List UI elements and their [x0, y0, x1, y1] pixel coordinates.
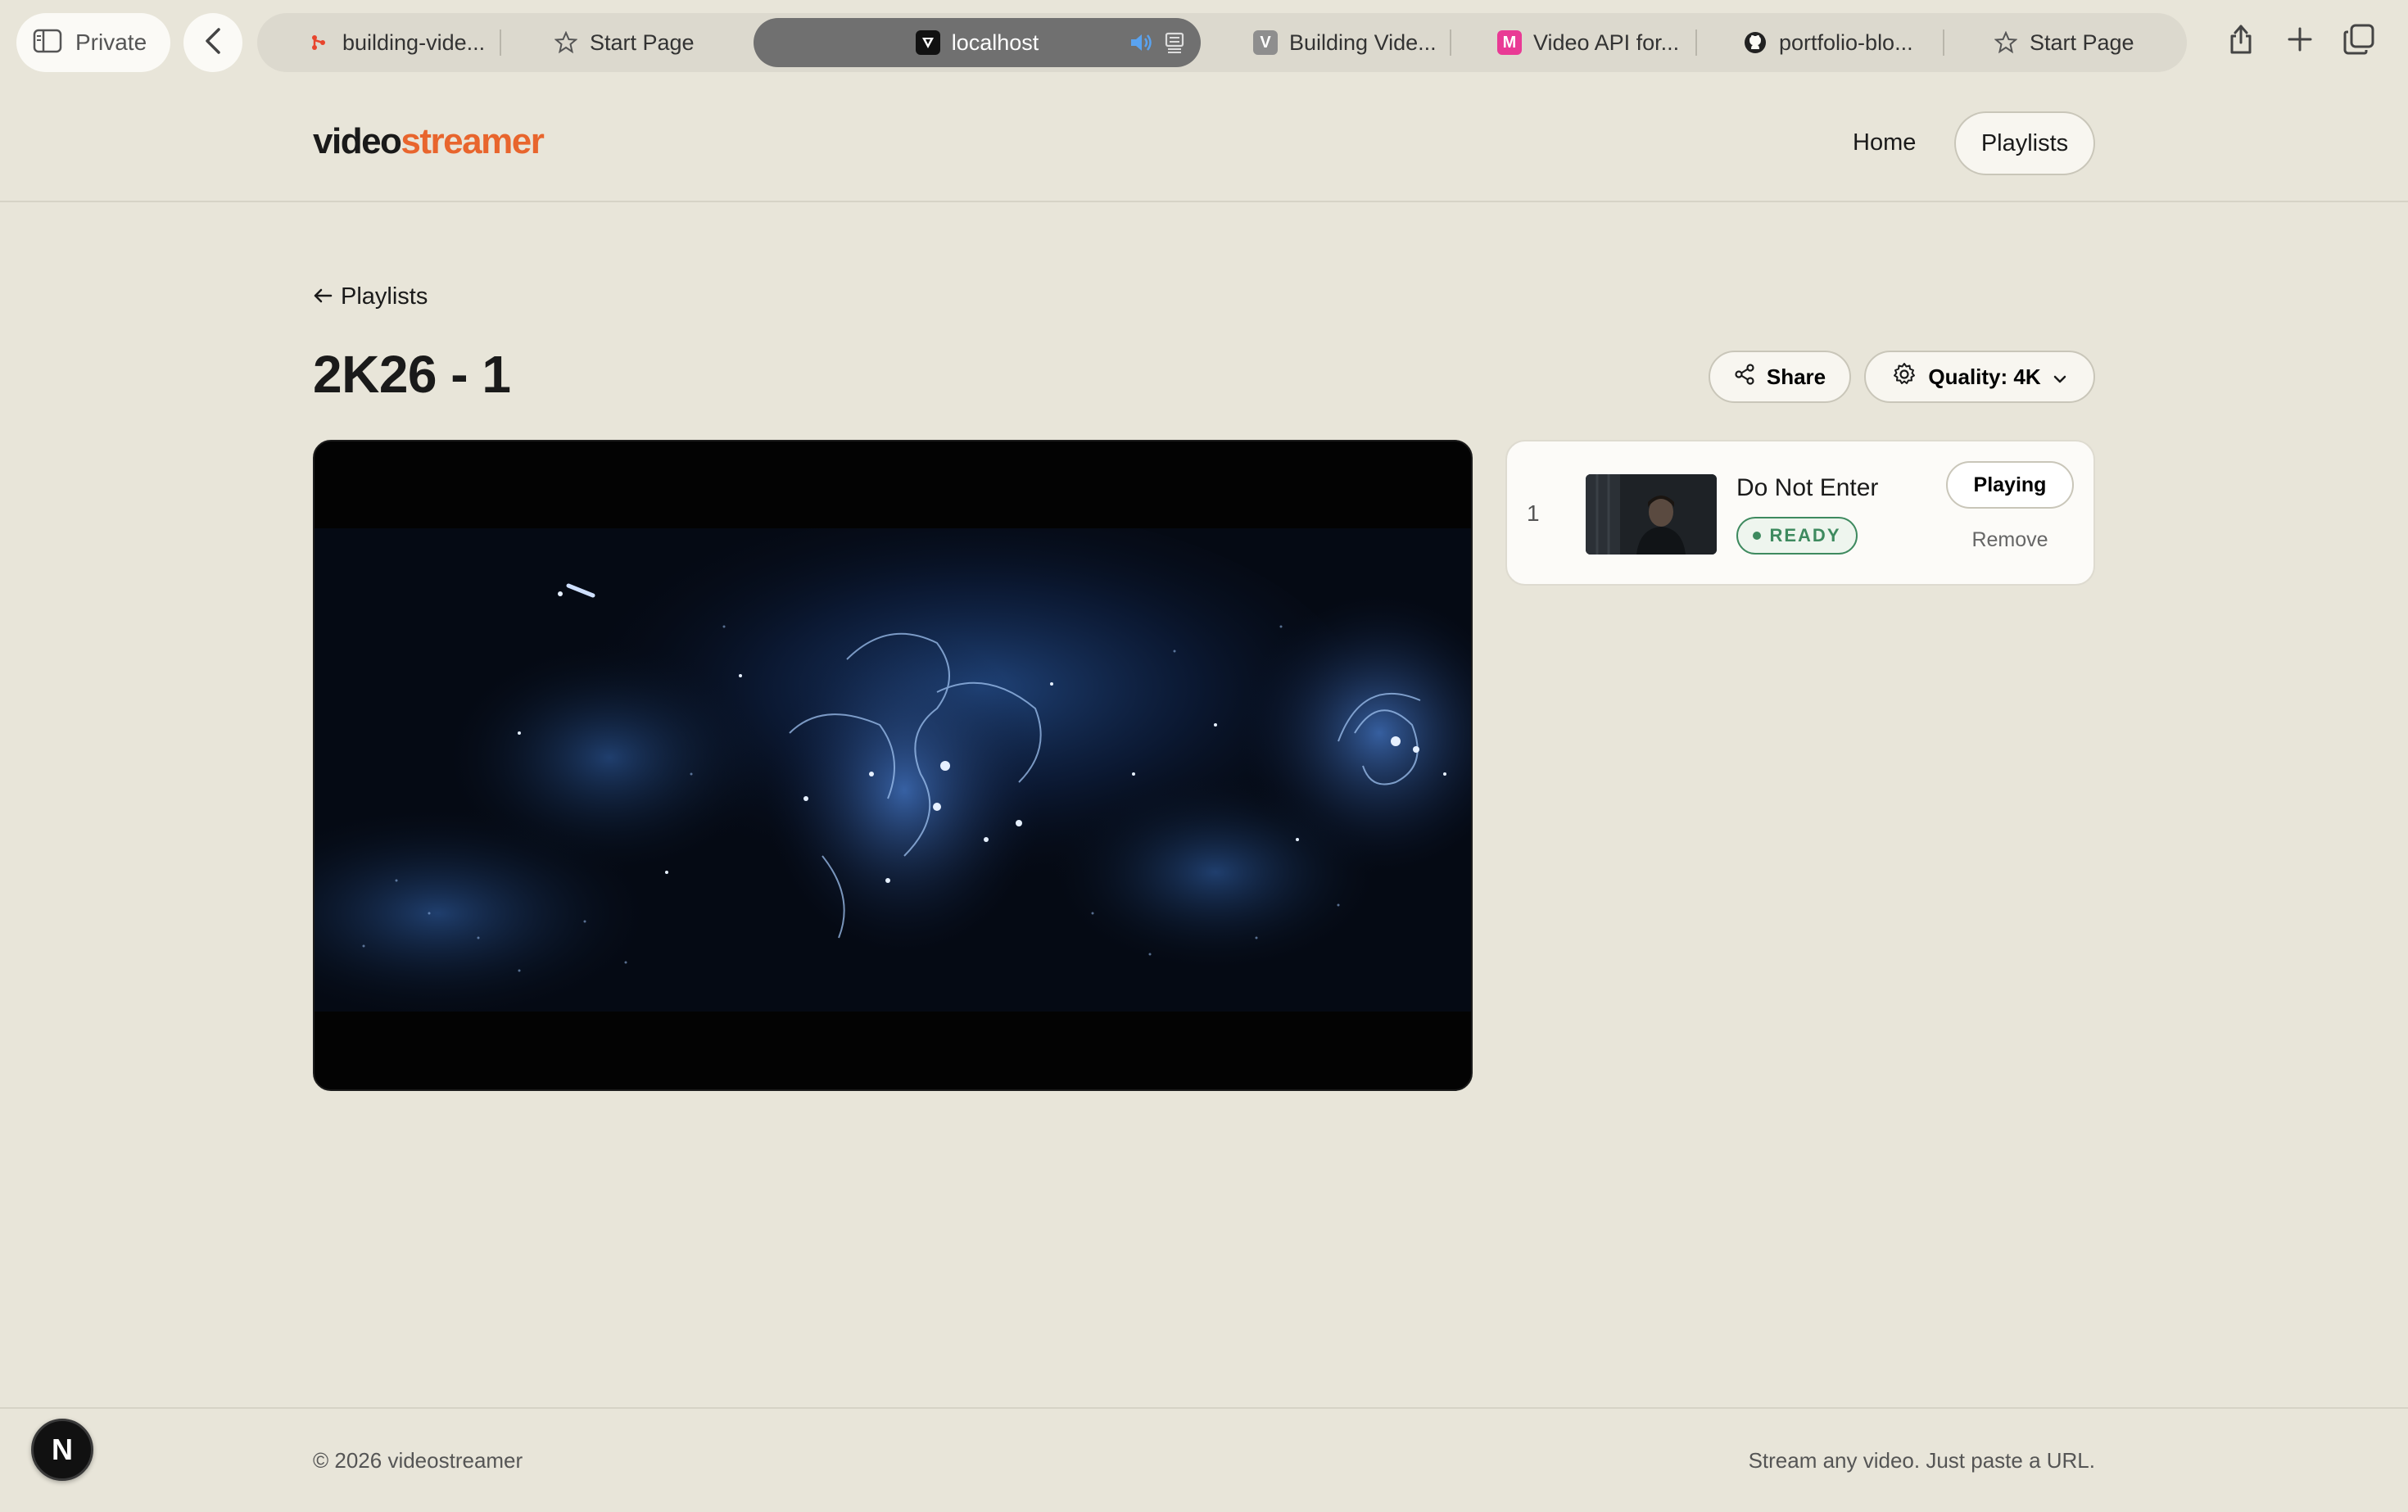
tab-label: Start Page [2030, 29, 2134, 55]
share-label: Share [1766, 364, 1826, 389]
share-button[interactable]: Share [1709, 351, 1851, 403]
page-title: 2K26 - 1 [313, 345, 511, 404]
github-icon [1743, 30, 1768, 55]
git-icon [306, 30, 331, 55]
tab-label: portfolio-blo... [1779, 29, 1913, 55]
arrow-left-icon [313, 283, 333, 310]
v-icon: V [1253, 30, 1278, 55]
private-label: Private [75, 29, 147, 55]
quality-select[interactable]: Quality: 4K [1864, 351, 2095, 403]
dev-tools-badge[interactable]: N [31, 1419, 93, 1481]
sidebar-toggle-button[interactable]: Private [16, 13, 170, 72]
back-to-playlists-link[interactable]: Playlists [313, 283, 428, 310]
tab-label: Building Vide... [1289, 29, 1437, 55]
video-thumbnail[interactable] [1586, 474, 1717, 555]
site-logo[interactable]: videostreamer [313, 121, 545, 162]
tab-label: Start Page [590, 29, 695, 55]
share-browser-button[interactable] [2225, 25, 2257, 57]
chevron-down-icon [2053, 364, 2067, 390]
share-nodes-icon [1734, 363, 1755, 391]
site-footer: © 2026 videostreamer Stream any video. J… [0, 1407, 2408, 1512]
video-frame [315, 528, 1471, 1012]
tabs-overview-icon [2343, 24, 2374, 59]
back-button[interactable] [183, 13, 242, 72]
playlist-item-title: Do Not Enter [1736, 474, 1879, 501]
status-badge-label: READY [1769, 525, 1841, 545]
video-player[interactable] [313, 440, 1473, 1091]
speaker-icon[interactable] [1129, 31, 1153, 60]
status-badge: READY [1736, 517, 1858, 555]
star-icon [554, 30, 578, 55]
site-header: videostreamer Home Playlists [0, 84, 2408, 202]
playlist-item[interactable]: 1 Do Not Enter READY Playing Remove [1505, 440, 2095, 586]
footer-tagline: Stream any video. Just paste a URL. [1748, 1448, 2095, 1473]
tab-localhost[interactable]: localhost [754, 18, 1201, 67]
tab-overview-button[interactable] [2342, 24, 2375, 59]
tab-bar: building-vide... Start Page localhost V … [257, 13, 2187, 72]
tab-label: building-vide... [342, 29, 486, 55]
browser-toolbar: Private building-vide... Start Page loca… [0, 0, 2408, 84]
new-tab-button[interactable] [2284, 25, 2316, 57]
playing-button[interactable]: Playing [1946, 461, 2074, 509]
chevron-left-icon [204, 27, 222, 59]
status-dot-icon [1753, 532, 1762, 540]
gear-icon [1892, 362, 1917, 392]
share-icon [2227, 23, 2255, 60]
sidebar-icon [33, 29, 62, 57]
nav-playlists-link[interactable]: Playlists [1954, 111, 2095, 175]
remove-button[interactable]: Remove [1946, 523, 2074, 556]
star-icon [1994, 30, 2018, 55]
tab-building-video-2[interactable]: V Building Vide... [1253, 18, 1450, 67]
tab-video-api[interactable]: M Video API for... [1497, 18, 1694, 67]
nav-home-link[interactable]: Home [1830, 111, 1939, 174]
tab-building-video[interactable]: building-vide... [306, 18, 519, 67]
quality-label: Quality: 4K [1928, 364, 2041, 389]
vercel-icon [915, 30, 940, 55]
tab-start-page-2[interactable]: Start Page [1994, 18, 2174, 67]
tab-portfolio[interactable]: portfolio-blo... [1743, 18, 1948, 67]
tab-start-page[interactable]: Start Page [554, 18, 734, 67]
tab-label: localhost [951, 29, 1039, 55]
back-link-label: Playlists [341, 283, 428, 310]
mux-icon: M [1497, 30, 1522, 55]
playlist-item-index: 1 [1527, 500, 1540, 526]
footer-copyright: © 2026 videostreamer [313, 1448, 523, 1473]
tab-label: Video API for... [1533, 29, 1680, 55]
reader-icon[interactable] [1163, 31, 1186, 60]
plus-icon [2287, 26, 2313, 57]
